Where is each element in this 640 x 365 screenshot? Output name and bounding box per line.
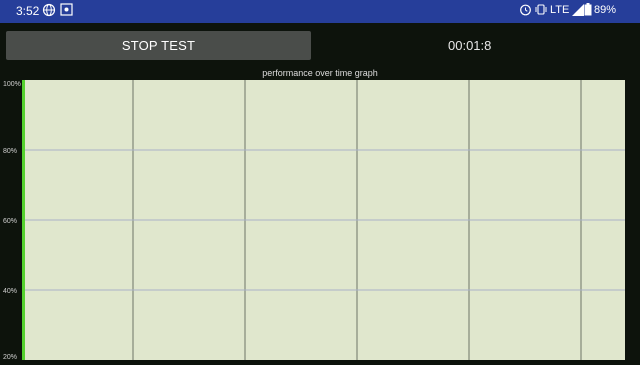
elapsed-timer: 00:01:8 [448,38,492,53]
globe-icon [42,3,58,19]
vibrate-icon [534,3,550,19]
battery-level: 89% [594,4,617,16]
graph-canvas: 100% 80% 60% 40% 20% [3,80,625,361]
graph-title: performance over time graph [262,68,378,78]
status-time: 3:52 [16,4,40,18]
app-content: STOP TEST 00:01:8 performance over time … [0,23,640,361]
stop-test-button[interactable]: STOP TEST [6,31,311,60]
y-tick-label: 60% [3,218,17,225]
y-tick-label: 40% [3,288,17,295]
y-tick-label: 100% [3,81,21,88]
y-tick-label: 80% [3,148,17,155]
crosshair-icon [60,3,76,19]
status-bar: 3:52 LTE 89% [0,0,640,23]
alarm-icon [519,3,535,19]
y-tick-label: 20% [3,354,17,360]
performance-graph: 100% 80% 60% 40% 20% [0,80,640,361]
network-type: LTE [550,4,570,16]
